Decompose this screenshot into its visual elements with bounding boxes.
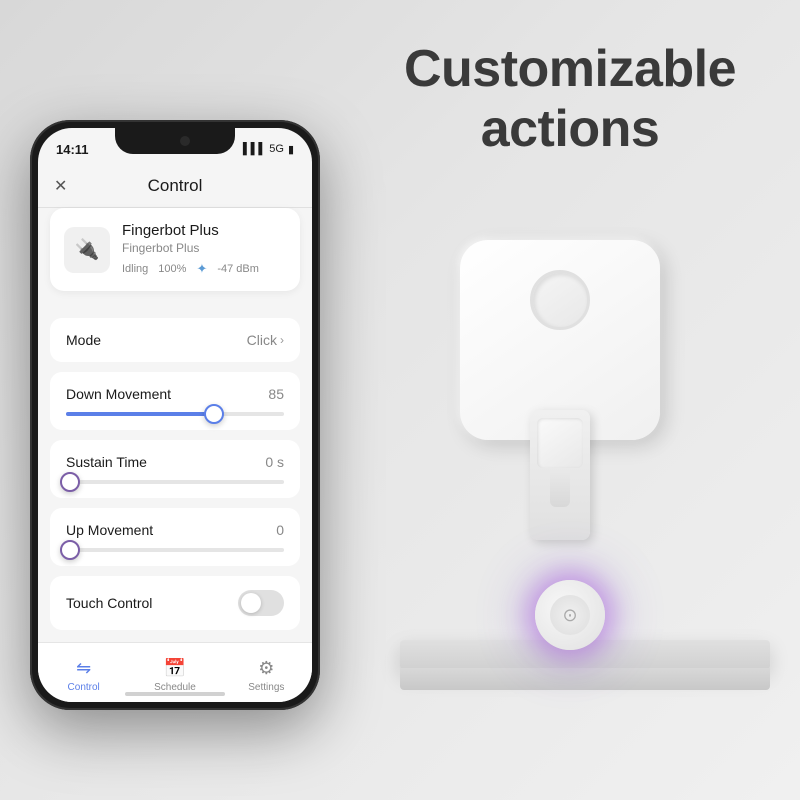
phone-frame: 14:11 ▌▌▌ 5G ▮ ✕ Control 🔌 Fingerbot Plu… [30, 120, 320, 710]
down-movement-header: Down Movement 85 [66, 386, 284, 402]
app-title: Control [148, 176, 203, 196]
home-indicator [125, 692, 225, 696]
touch-control-row[interactable]: Touch Control [50, 576, 300, 630]
mode-value: Click › [247, 332, 284, 348]
up-movement-header: Up Movement 0 [66, 522, 284, 538]
notch-camera [180, 136, 190, 146]
device-card: 🔌 Fingerbot Plus Fingerbot Plus Idling 1… [50, 208, 300, 291]
mode-row[interactable]: Mode Click › [50, 318, 300, 362]
nav-control-label: Control [68, 682, 100, 693]
finger-connector [537, 418, 583, 468]
up-movement-thumb[interactable] [60, 540, 80, 560]
device-stats: Idling 100% ✦ -47 dBm [122, 261, 286, 277]
mode-chevron-icon: › [280, 333, 284, 347]
status-icons: ▌▌▌ 5G ▮ [243, 143, 294, 156]
touch-control-label: Touch Control [66, 595, 152, 611]
device-model: Fingerbot Plus [122, 241, 286, 255]
close-button[interactable]: ✕ [54, 176, 67, 196]
up-movement-track[interactable] [66, 548, 284, 552]
schedule-icon: 📅 [164, 658, 186, 679]
down-movement-fill [66, 412, 214, 416]
glow-button: ⊙ [535, 580, 605, 650]
fingerbot-button [530, 270, 590, 330]
control-section: Mode Click › Down Movement 85 [38, 308, 312, 642]
sustain-time-label: Sustain Time [66, 454, 147, 470]
nav-settings-label: Settings [248, 682, 284, 693]
settings-icon: ⚙ [258, 658, 274, 679]
device-status: Idling [122, 263, 148, 275]
device-name: Fingerbot Plus [122, 222, 286, 239]
device-signal: -47 dBm [217, 263, 259, 275]
sustain-time-value: 0 s [265, 454, 284, 470]
hero-section: Customizable actions [400, 40, 740, 160]
device-info: Fingerbot Plus Fingerbot Plus Idling 100… [122, 222, 286, 277]
sustain-time-row: Sustain Time 0 s [50, 440, 300, 498]
phone-notch [115, 128, 235, 154]
mode-label: Mode [66, 332, 101, 348]
device-battery: 100% [158, 263, 186, 275]
phone-screen: 14:11 ▌▌▌ 5G ▮ ✕ Control 🔌 Fingerbot Plu… [38, 128, 312, 702]
status-time: 14:11 [56, 142, 89, 157]
down-movement-thumb[interactable] [204, 404, 224, 424]
down-movement-label: Down Movement [66, 386, 171, 402]
bluetooth-icon: ✦ [196, 261, 207, 277]
control-icon: ⇋ [76, 658, 91, 679]
nav-schedule[interactable]: 📅 Schedule [129, 652, 220, 693]
sustain-time-header: Sustain Time 0 s [66, 454, 284, 470]
touch-control-toggle[interactable] [238, 590, 284, 616]
mode-value-text: Click [247, 332, 277, 348]
sustain-time-track[interactable] [66, 480, 284, 484]
finger-arm [530, 410, 590, 540]
up-movement-label: Up Movement [66, 522, 153, 538]
app-header: ✕ Control [38, 164, 312, 208]
up-movement-value: 0 [276, 522, 284, 538]
glow-inner: ⊙ [550, 595, 590, 635]
toggle-knob [241, 593, 261, 613]
hero-title: Customizable actions [400, 40, 740, 160]
battery-icon: ▮ [288, 143, 294, 156]
down-movement-value: 85 [268, 386, 284, 402]
fingerbot-device [460, 240, 660, 440]
shelf-front [400, 668, 770, 690]
down-movement-row: Down Movement 85 [50, 372, 300, 430]
device-icon: 🔌 [64, 227, 110, 273]
up-movement-row: Up Movement 0 [50, 508, 300, 566]
nav-control[interactable]: ⇋ Control [38, 652, 129, 693]
hero-title-line1: Customizable [404, 40, 736, 98]
sustain-time-thumb[interactable] [60, 472, 80, 492]
hero-title-line2: actions [481, 100, 660, 158]
down-movement-track[interactable] [66, 412, 284, 416]
signal-icon: ▌▌▌ 5G [243, 143, 284, 155]
finger-tip [550, 472, 570, 507]
nav-settings[interactable]: ⚙ Settings [221, 652, 312, 693]
device-area: ⊙ [380, 200, 770, 750]
